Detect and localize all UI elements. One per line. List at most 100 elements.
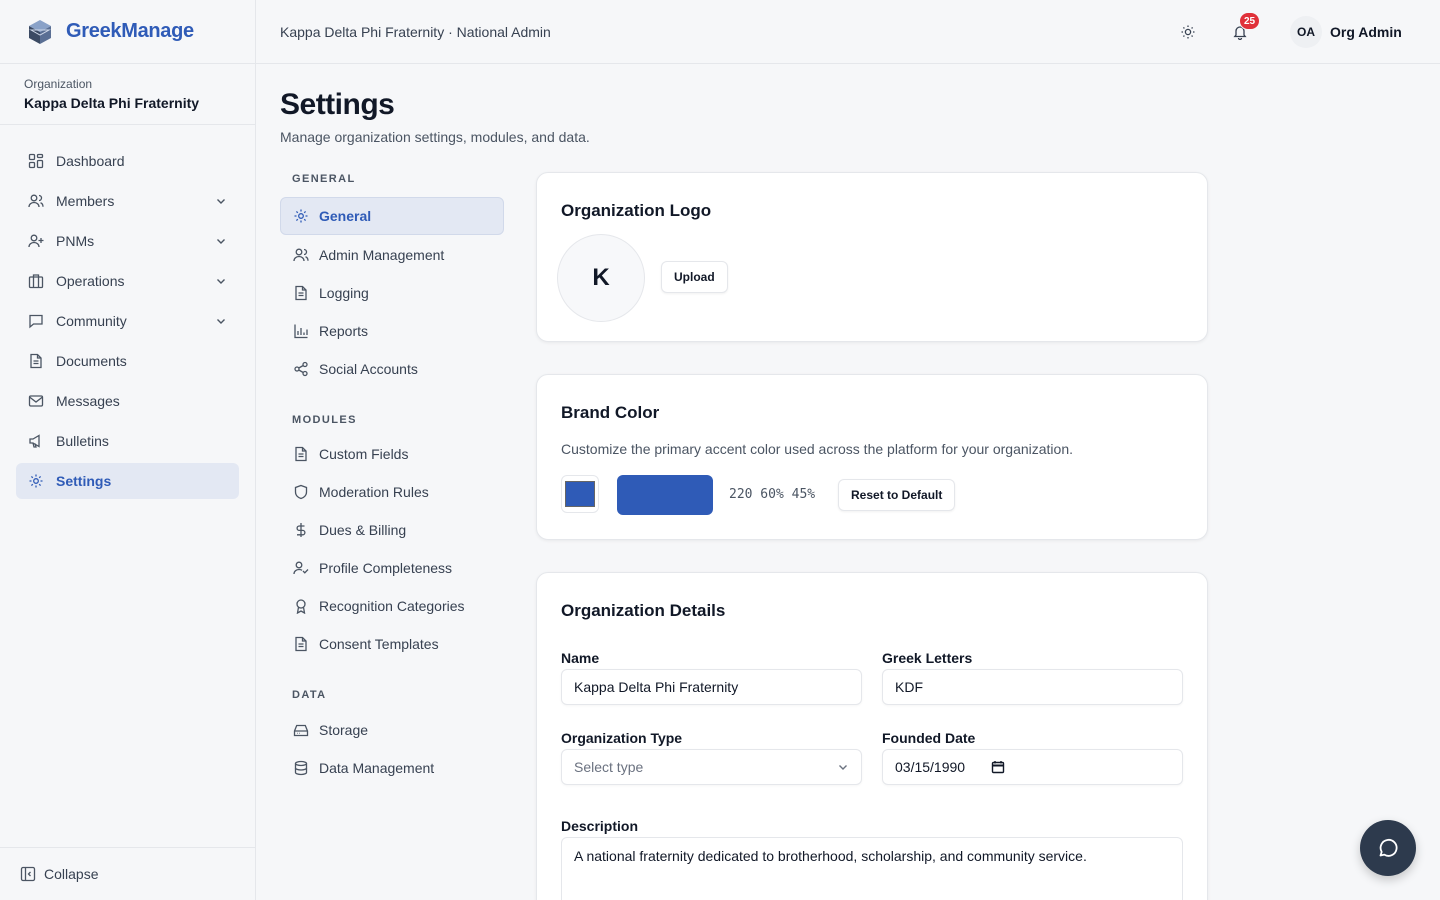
- organization-type-label: Organization Type: [561, 730, 683, 746]
- section-heading-modules: MODULES: [292, 414, 357, 426]
- settings-nav-label: Custom Fields: [319, 446, 409, 462]
- mail-icon: [28, 395, 44, 407]
- page-title: Settings: [280, 88, 395, 121]
- sun-icon: [1181, 25, 1195, 39]
- dollar-icon: [296, 523, 306, 537]
- name-input[interactable]: Kappa Delta Phi Fraternity: [561, 669, 862, 705]
- logo-preview: K: [557, 234, 645, 322]
- reset-default-button[interactable]: Reset to Default: [838, 479, 956, 511]
- hard-drive-icon: [293, 724, 309, 737]
- description-label: Description: [561, 818, 639, 834]
- user-menu[interactable]: OA Org Admin: [1290, 16, 1402, 48]
- org-switcher[interactable]: Organization Kappa Delta Phi Fraternity: [0, 64, 255, 125]
- hsl-value: 220 60% 45%: [729, 487, 816, 502]
- color-swatch: [565, 481, 595, 507]
- settings-nav-profile-completeness[interactable]: Profile Completeness: [280, 549, 504, 587]
- settings-nav-admin-management[interactable]: Admin Management: [280, 236, 504, 274]
- chat-bubble-icon: [1379, 838, 1398, 857]
- settings-nav-logging[interactable]: Logging: [280, 274, 504, 312]
- document-icon: [295, 446, 307, 462]
- sidebar-item-community[interactable]: Community: [16, 303, 239, 339]
- sidebar-item-operations[interactable]: Operations: [16, 263, 239, 299]
- upload-button[interactable]: Upload: [661, 261, 728, 293]
- name-label: Name: [561, 650, 600, 666]
- sidebar-item-label: Bulletins: [56, 433, 109, 449]
- sidebar-item-pnms[interactable]: PNMs: [16, 223, 239, 259]
- user-check-icon: [293, 561, 309, 575]
- sidebar-item-label: Messages: [56, 393, 120, 409]
- megaphone-icon: [29, 434, 40, 448]
- settings-nav-label: General: [319, 208, 372, 224]
- settings-nav-moderation-rules[interactable]: Moderation Rules: [280, 473, 504, 511]
- chat-icon: [29, 314, 43, 329]
- organization-type-select[interactable]: Select type: [561, 749, 862, 785]
- settings-nav-data-management[interactable]: Data Management: [280, 749, 504, 787]
- settings-nav-general[interactable]: General: [280, 197, 504, 235]
- settings-nav-label: Recognition Categories: [319, 598, 465, 614]
- brand-name: GreekManage: [66, 20, 194, 42]
- founded-date-value: 03/15/1990: [895, 759, 966, 775]
- brand-color-description: Customize the primary accent color used …: [561, 441, 1074, 457]
- section-heading-general: GENERAL: [292, 173, 356, 185]
- sidebar-item-label: Community: [56, 313, 127, 329]
- settings-nav-label: Profile Completeness: [319, 560, 453, 576]
- color-picker[interactable]: [561, 475, 599, 513]
- sidebar-item-dashboard[interactable]: Dashboard: [16, 143, 239, 179]
- chevron-down-icon: [217, 319, 225, 324]
- sidebar-item-documents[interactable]: Documents: [16, 343, 239, 379]
- gear-icon: [294, 209, 308, 223]
- sidebar-item-messages[interactable]: Messages: [16, 383, 239, 419]
- theme-toggle-button[interactable]: [1176, 20, 1200, 44]
- description-textarea[interactable]: A national fraternity dedicated to broth…: [561, 837, 1183, 900]
- sidebar-item-members[interactable]: Members: [16, 183, 239, 219]
- greek-letters-label: Greek Letters: [882, 650, 973, 666]
- settings-nav-label: Moderation Rules: [319, 484, 429, 500]
- database-icon: [294, 760, 308, 776]
- sidebar-item-label: Members: [56, 193, 115, 209]
- sidebar-item-bulletins[interactable]: Bulletins: [16, 423, 239, 459]
- organization-logo-card: Organization Logo K Upload: [536, 172, 1208, 342]
- greek-letters-input[interactable]: KDF: [882, 669, 1183, 705]
- avatar: OA: [1290, 16, 1322, 48]
- founded-date-input[interactable]: 03/15/1990: [882, 749, 1183, 785]
- settings-nav-label: Storage: [319, 722, 369, 738]
- settings-nav-dues-billing[interactable]: Dues & Billing: [280, 511, 504, 549]
- sidebar-item-label: Operations: [56, 273, 125, 289]
- color-preview: [617, 475, 713, 515]
- sidebar-item-settings[interactable]: Settings: [16, 463, 239, 499]
- gear-icon: [29, 474, 43, 488]
- brand-color-card: Brand Color Customize the primary accent…: [536, 374, 1208, 540]
- org-label: Organization: [24, 77, 93, 91]
- organization-type-placeholder: Select type: [574, 759, 644, 775]
- bar-chart-icon: [294, 324, 308, 339]
- users-icon: [293, 248, 309, 262]
- user-plus-icon: [28, 234, 44, 248]
- collapse-label: Collapse: [44, 866, 99, 882]
- settings-nav-label: Social Accounts: [319, 361, 418, 377]
- cube-logo-icon: [29, 19, 51, 44]
- brand[interactable]: GreekManage: [0, 0, 255, 64]
- dashboard-icon: [28, 153, 44, 169]
- document-icon: [295, 285, 307, 301]
- settings-nav-label: Reports: [319, 323, 369, 339]
- settings-nav: GENERAL General Admin Management Logging…: [280, 170, 504, 787]
- settings-nav-label: Logging: [319, 285, 369, 301]
- share-icon: [294, 361, 308, 377]
- card-title: Organization Details: [561, 601, 726, 620]
- header-title: Kappa Delta Phi Fraternity · National Ad…: [280, 23, 551, 40]
- top-header: Kappa Delta Phi Fraternity · National Ad…: [256, 0, 1440, 64]
- settings-nav-recognition-categories[interactable]: Recognition Categories: [280, 587, 504, 625]
- settings-nav-social-accounts[interactable]: Social Accounts: [280, 350, 504, 388]
- user-name: Org Admin: [1330, 24, 1402, 40]
- settings-nav-storage[interactable]: Storage: [280, 711, 504, 749]
- collapse-sidebar-button[interactable]: Collapse: [0, 847, 255, 900]
- settings-nav-reports[interactable]: Reports: [280, 312, 504, 350]
- sidebar-item-label: Documents: [56, 353, 127, 369]
- chat-fab-button[interactable]: [1360, 820, 1416, 876]
- page-subtitle: Manage organization settings, modules, a…: [280, 129, 590, 145]
- settings-nav-consent-templates[interactable]: Consent Templates: [280, 625, 504, 663]
- calendar-icon[interactable]: [991, 760, 1005, 774]
- settings-nav-label: Data Management: [319, 760, 435, 776]
- award-icon: [296, 599, 306, 614]
- settings-nav-custom-fields[interactable]: Custom Fields: [280, 435, 504, 473]
